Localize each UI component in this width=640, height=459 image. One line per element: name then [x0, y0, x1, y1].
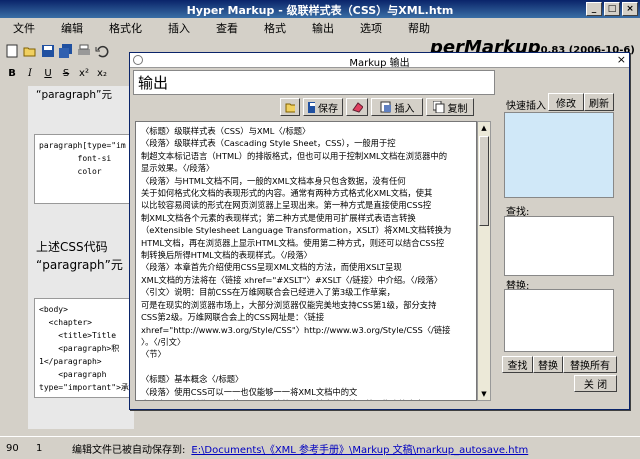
menu-output[interactable]: 输出 — [299, 20, 347, 36]
open-folder-button[interactable] — [280, 98, 300, 116]
editor-area[interactable]: “paragraph”元 paragraph[type="im font-si … — [28, 86, 134, 429]
status-column: 1 — [36, 442, 43, 454]
main-toolbar — [4, 41, 130, 63]
maximize-button[interactable]: □ — [604, 2, 620, 16]
output-line: 〈段落〉级联样式表（Cascading Style Sheet，CSS），一般用… — [141, 138, 396, 149]
output-line: 〈引文〉说明：目前CSS在万维网联合会已经进入了第3级工作草案， — [141, 287, 395, 298]
markup-output-dialog: Markup 输出 × 输出 保存 插入 复制 〈标题〉级联样式表（CSS）与X… — [129, 52, 630, 410]
code-block: <body> <chapter> <title>Title <paragraph… — [34, 298, 134, 398]
insert-icon — [380, 101, 391, 113]
output-line: （eXtensible Stylesheet Language Transfor… — [141, 225, 452, 236]
output-toolbar: 保存 插入 复制 — [280, 98, 490, 118]
editor-paragraph: “paragraph”元 — [36, 89, 112, 101]
strike-button[interactable]: S — [58, 66, 74, 82]
output-line: 〈标题〉基本概念〈/标题〉 — [141, 374, 244, 385]
output-line: 制XML文档各个元素的表现样式；第二种方式是使用可扩展样式表语言转换 — [141, 212, 416, 223]
superscript-button[interactable]: x² — [76, 66, 92, 82]
status-message: 编辑文件已被自动保存到: — [72, 444, 186, 456]
status-line: 90 — [6, 442, 19, 454]
menu-file[interactable]: 文件 — [0, 20, 48, 36]
output-line: 制转换后所得HTML文档的表现样式。〈/段落〉 — [141, 250, 313, 261]
dialog-title: Markup 输出 — [349, 58, 410, 69]
dialog-title-bar: Markup 输出 × — [130, 53, 629, 69]
save-output-button[interactable]: 保存 — [303, 98, 343, 116]
output-line: 〉。〈/引文〉 — [141, 336, 186, 347]
menu-edit[interactable]: 编辑 — [48, 20, 96, 36]
replace-button[interactable]: 替换 — [533, 356, 563, 373]
eraser-icon — [352, 102, 363, 113]
dialog-close-button[interactable]: 关 闭 — [574, 375, 617, 392]
undo-icon[interactable] — [94, 44, 110, 60]
output-line: CSS第2级。万维网联合会上的CSS网址是：〈链接 — [141, 312, 325, 323]
insert-output-button[interactable]: 插入 — [371, 98, 423, 116]
menu-formatting[interactable]: 格式化 — [96, 20, 155, 36]
new-icon[interactable] — [4, 44, 20, 60]
output-line: 制超文本标记语言（HTML）的排版格式，但也可以用于控制XML文档在浏览器中的 — [141, 150, 448, 161]
replace-all-button[interactable]: 替换所有 — [563, 356, 617, 373]
copy-icon — [432, 101, 444, 113]
eraser-button[interactable] — [346, 98, 368, 116]
save-all-icon[interactable] — [58, 44, 74, 60]
output-line: 〈节〉 — [141, 349, 166, 360]
italic-button[interactable]: I — [22, 66, 38, 82]
minimize-button[interactable]: _ — [586, 2, 602, 16]
scroll-up-icon[interactable]: ▲ — [479, 122, 489, 134]
menu-options[interactable]: 选项 — [347, 20, 395, 36]
title-bar: Hyper Markup - 级联样式表（CSS）与XML.htm _ □ × — [0, 0, 640, 18]
menu-view[interactable]: 查看 — [203, 20, 251, 36]
replace-input[interactable] — [504, 289, 614, 352]
save-icon — [308, 101, 315, 113]
editor-gutter — [0, 86, 28, 429]
menu-bar: 文件 编辑 格式化 插入 查看 格式 输出 选项 帮助 — [0, 18, 640, 38]
underline-button[interactable]: U — [40, 66, 56, 82]
copy-output-button[interactable]: 复制 — [426, 98, 474, 116]
output-line: 〈段落〉本章首先介绍使用CSS呈现XML文档的方法，而使用XSLT呈现 — [141, 262, 402, 273]
editor-paragraph: “paragraph”元 — [36, 258, 123, 272]
window-title: Hyper Markup - 级联样式表（CSS）与XML.htm — [186, 4, 454, 17]
editor-paragraph: 上述CSS代码 — [36, 240, 108, 254]
output-heading: 输出 — [133, 70, 495, 95]
output-line: 〈段落〉与HTML文档不同，一般的XML文档本身只包含数据，没有任何 — [141, 175, 406, 186]
output-scrollbar[interactable]: ▲ ▼ — [477, 121, 491, 401]
output-line: 本内容显示到浏览器上，使用CSS无法将XML文档中的属性、处理指令等内容显示 — [141, 398, 471, 400]
bold-button[interactable]: B — [4, 66, 20, 82]
open-icon[interactable] — [22, 44, 38, 60]
output-line: 显示效果。〈/段落〉 — [141, 163, 215, 174]
dialog-close-icon[interactable]: × — [617, 53, 626, 66]
subscript-button[interactable]: x₂ — [94, 66, 110, 82]
output-line: 可是在现实的浏览器市场上，大部分浏览器仅能完美地支持CSS第1级，部分支持 — [141, 299, 437, 310]
output-line: HTML文档，再在浏览器上显示HTML文档。使用第二种方式，则还可以结合CSS控 — [141, 237, 445, 248]
open-folder-icon — [285, 103, 295, 113]
find-input[interactable] — [504, 216, 614, 276]
save-icon[interactable] — [40, 44, 56, 60]
modify-button[interactable]: 修改 — [548, 93, 584, 111]
menu-format[interactable]: 格式 — [251, 20, 299, 36]
quick-insert-list[interactable] — [504, 112, 614, 198]
code-block: paragraph[type="im font-si color — [34, 134, 134, 204]
output-line: XML文档的方法将在〈链接 xhref="#XSLT"〉#XSLT〈/链接〉中介… — [141, 274, 443, 285]
find-button[interactable]: 查找 — [502, 356, 533, 373]
output-line: 〈段落〉使用CSS可以一一也仅能够一一将XML文档中的文 — [141, 386, 358, 397]
format-toolbar: B I U S x² x₂ — [4, 63, 130, 85]
menu-help[interactable]: 帮助 — [395, 20, 443, 36]
refresh-button[interactable]: 刷新 — [584, 93, 614, 111]
menu-insert[interactable]: 插入 — [155, 20, 203, 36]
output-line: 以比较容易阅读的形式在网页浏览器上呈现出来。第一种方式是直接使用CSS控 — [141, 200, 432, 211]
autosave-path-link[interactable]: E:\Documents\《XML 参考手册》\Markup 文稿\markup… — [185, 441, 528, 456]
scroll-thumb[interactable] — [479, 136, 489, 226]
scroll-down-icon[interactable]: ▼ — [479, 388, 489, 400]
print-icon[interactable] — [76, 44, 92, 60]
status-bar: 90 1 编辑文件已被自动保存到: E:\Documents\《XML 参考手册… — [0, 436, 640, 459]
quick-insert-label: 快速插入 — [506, 101, 546, 112]
output-line: 关于如何格式化文档的表现形式的内容。通常有两种方式格式化XML文档，使其 — [141, 188, 433, 199]
output-line: xhref="http://www.w3.org/Style/CSS"〉http… — [141, 324, 451, 335]
output-textarea[interactable]: 〈标题〉级联样式表（CSS）与XML〈/标题〉 〈段落〉级联样式表（Cascad… — [135, 121, 477, 401]
close-button[interactable]: × — [622, 2, 638, 16]
output-line: 〈标题〉级联样式表（CSS）与XML〈/标题〉 — [141, 126, 311, 136]
